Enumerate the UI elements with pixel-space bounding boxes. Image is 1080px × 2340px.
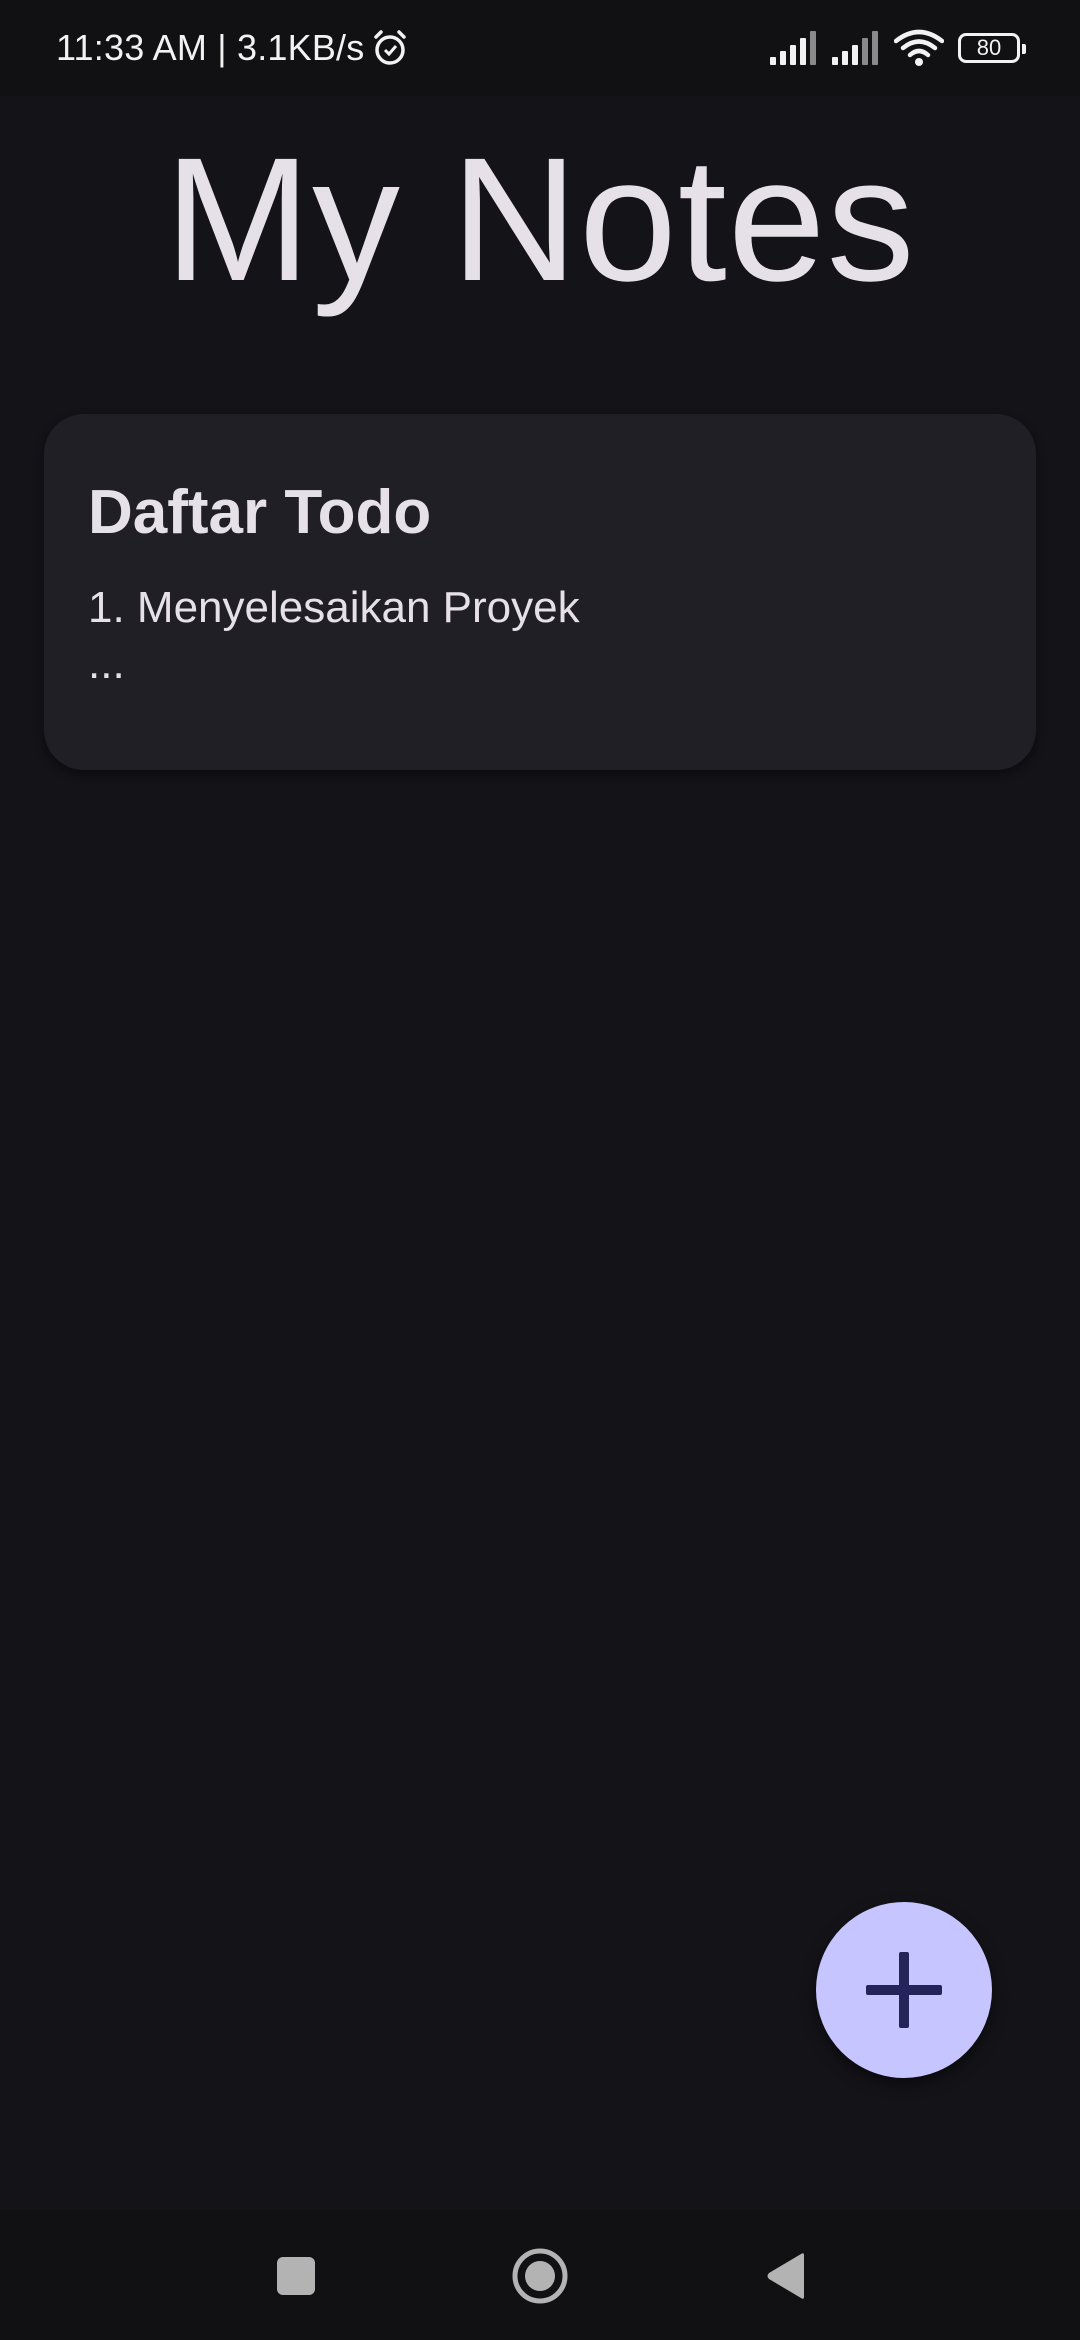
battery-indicator: 80	[958, 33, 1026, 63]
alarm-icon	[374, 30, 407, 65]
note-preview-line: ...	[88, 639, 125, 688]
status-time-speed: 11:33 AM | 3.1KB/s	[56, 27, 365, 68]
home-button[interactable]	[510, 2246, 570, 2306]
navigation-bar	[0, 2210, 1080, 2340]
note-title: Daftar Todo	[88, 478, 432, 547]
signal-icon	[832, 31, 878, 65]
note-preview: 1. Menyelesaikan Proyek ...	[88, 580, 992, 692]
battery-level: 80	[976, 35, 1002, 60]
status-left: 11:33 AM | 3.1KB/s	[56, 24, 410, 72]
plus-icon	[866, 1952, 942, 2028]
note-preview-line: 1. Menyelesaikan Proyek	[88, 583, 580, 632]
recents-icon	[277, 2257, 315, 2295]
home-icon	[512, 2248, 568, 2304]
wifi-icon	[894, 29, 944, 66]
note-card[interactable]: Daftar Todo 1. Menyelesaikan Proyek ...	[44, 414, 1036, 770]
signal-icon	[770, 31, 816, 65]
back-button[interactable]	[756, 2246, 816, 2306]
page-title: My Notes	[164, 122, 916, 318]
back-icon	[767, 2253, 804, 2299]
recents-button[interactable]	[266, 2246, 326, 2306]
status-bar: 11:33 AM | 3.1KB/s 80	[0, 0, 1080, 96]
add-note-button[interactable]	[816, 1902, 992, 2078]
status-right: 80	[770, 28, 1026, 68]
